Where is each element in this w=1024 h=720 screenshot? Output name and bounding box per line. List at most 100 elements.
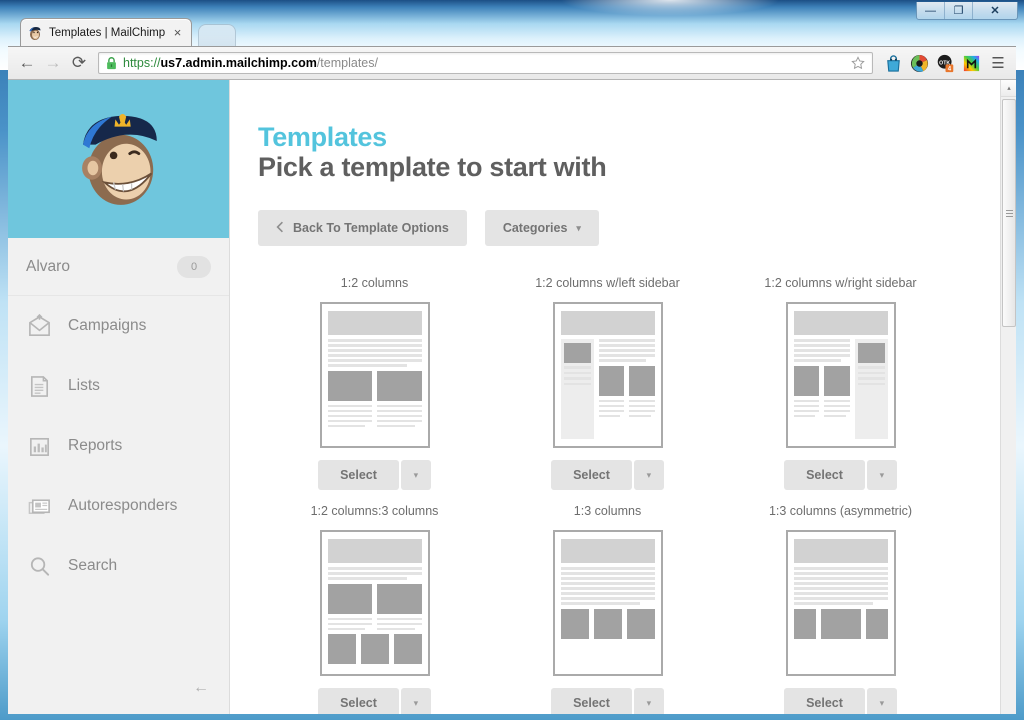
page-viewport: Alvaro 0 Campaigns Lists Reports Autores… (8, 80, 1016, 714)
browser-tab[interactable]: Templates | MailChimp × (20, 18, 192, 46)
template-grid: 1:2 columns Select ▾ 1:2 columns w/left … (258, 276, 1016, 714)
select-button[interactable]: Select (784, 688, 865, 714)
select-dropdown-caret[interactable]: ▾ (866, 460, 897, 491)
thumb-header-block (560, 539, 655, 564)
browser-toolbar: ← → ⟳ https://us7.admin.mailchimp.com/te… (8, 46, 1016, 80)
magnifier-icon (26, 553, 52, 579)
select-button[interactable]: Select (551, 460, 632, 491)
browser-tabstrip: Templates | MailChimp × (8, 18, 1016, 46)
template-thumbnail-right-sidebar[interactable] (785, 302, 896, 449)
mailchimp-freddie-icon (29, 26, 41, 40)
select-button[interactable]: Select (318, 460, 399, 491)
thumb-three-image-row (560, 608, 655, 639)
template-thumbnail-two-col[interactable] (319, 302, 430, 449)
address-bar[interactable]: https://us7.admin.mailchimp.com/template… (98, 52, 873, 74)
thumb-column-row (327, 617, 422, 631)
tab-close-icon[interactable]: × (170, 25, 185, 40)
sidebar-item-search[interactable]: Search (8, 536, 229, 596)
page-title: Pick a template to start with (258, 152, 607, 183)
app-sidebar: Alvaro 0 Campaigns Lists Reports Autores… (8, 80, 230, 714)
template-thumbnail-left-sidebar[interactable] (552, 302, 663, 449)
scrollbar-up-arrow[interactable]: ▴ (1001, 80, 1016, 97)
template-label: 1:2 columns:3 columns (310, 504, 439, 519)
sidebar-item-campaigns[interactable]: Campaigns (8, 296, 229, 356)
envelope-icon (26, 313, 52, 339)
template-thumbnail-two-then-three[interactable] (319, 530, 430, 677)
padlock-secure-icon (107, 57, 116, 70)
url-scheme: https:// (123, 56, 161, 70)
main-content: Templates Pick a template to start with … (230, 80, 1016, 714)
select-dropdown-caret[interactable]: ▾ (866, 688, 897, 714)
select-control-group: Select ▾ (551, 688, 664, 714)
page-scrollbar[interactable]: ▴ (1000, 80, 1016, 714)
template-card[interactable]: 1:3 columns Select ▾ (491, 504, 724, 714)
thumb-image-row (327, 583, 422, 614)
select-dropdown-caret[interactable]: ▾ (400, 688, 431, 714)
select-dropdown-caret[interactable]: ▾ (633, 688, 664, 714)
document-icon (26, 373, 52, 399)
back-button[interactable]: ← (14, 50, 40, 76)
sidebar-item-label: Lists (68, 377, 100, 394)
template-card[interactable]: 1:2 columns w/left sidebar Select ▾ (491, 276, 724, 491)
thumb-text-lines (327, 339, 422, 367)
thumb-text-lines (560, 567, 655, 605)
select-control-group: Select ▾ (318, 688, 431, 714)
color-wheel-extension-icon[interactable] (907, 51, 931, 75)
stacked-cards-icon (26, 493, 52, 519)
back-to-template-options-button[interactable]: Back To Template Options (258, 210, 467, 247)
scrollbar-grip (1005, 209, 1013, 217)
thumb-text-lines (793, 567, 888, 605)
browser-menu-button[interactable]: ☰ (986, 54, 1010, 72)
mailchimp-freddie-logo[interactable] (8, 80, 229, 238)
categories-button[interactable]: Categories ▾ (484, 210, 599, 247)
template-card[interactable]: 1:2 columns Select ▾ (258, 276, 491, 491)
template-card[interactable]: 1:2 columns w/right sidebar Select ▾ (724, 276, 957, 491)
template-label: 1:2 columns (340, 276, 409, 291)
sidebar-item-lists[interactable]: Lists (8, 356, 229, 416)
chevron-left-icon (276, 221, 284, 236)
page-kicker: Templates (258, 122, 387, 152)
select-dropdown-caret[interactable]: ▾ (633, 460, 664, 491)
select-control-group: Select ▾ (784, 460, 897, 491)
thumb-column-row (327, 404, 422, 428)
template-thumbnail-three-col-asym[interactable] (785, 530, 896, 677)
template-label: 1:3 columns (asymmetric) (768, 504, 913, 519)
template-label: 1:2 columns w/right sidebar (764, 276, 917, 291)
select-button[interactable]: Select (318, 688, 399, 714)
sidebar-item-reports[interactable]: Reports (8, 416, 229, 476)
sidebar-item-label: Reports (68, 437, 123, 454)
url-host: us7.admin.mailchimp.com (160, 56, 317, 70)
select-button[interactable]: Select (784, 460, 865, 491)
url-path: /templates/ (316, 56, 378, 70)
template-thumbnail-three-col[interactable] (552, 530, 663, 677)
sidebar-item-label: Campaigns (68, 317, 147, 334)
new-tab-button[interactable] (198, 24, 236, 46)
template-card[interactable]: 1:2 columns:3 columns Select ▾ (258, 504, 491, 714)
browser-window: Templates | MailChimp × ← → ⟳ https://us… (8, 8, 1016, 714)
forward-button[interactable]: → (40, 50, 66, 76)
url-text: https://us7.admin.mailchimp.com/template… (123, 56, 848, 70)
thumb-right-sidebar (854, 339, 888, 440)
account-badge: 0 (177, 255, 211, 278)
otk-badge-extension-icon[interactable]: OTK 4 (933, 51, 957, 75)
sidebar-item-label: Autoresponders (68, 497, 178, 514)
thumb-text-lines (327, 567, 422, 580)
select-dropdown-caret[interactable]: ▾ (400, 460, 431, 491)
thumb-body-row (793, 339, 888, 440)
sidebar-item-autoresponders[interactable]: Autoresponders (8, 476, 229, 536)
reload-button[interactable]: ⟳ (66, 50, 92, 76)
sidebar-collapse-arrow[interactable]: ← (189, 676, 213, 700)
rainbow-square-extension-icon[interactable] (959, 51, 983, 75)
template-card[interactable]: 1:3 columns (asymmetric) Select ▾ (724, 504, 957, 714)
bookmark-star-icon[interactable] (848, 56, 868, 70)
sidebar-account-row[interactable]: Alvaro 0 (8, 238, 229, 296)
bar-chart-icon (26, 433, 52, 459)
bag-extension-icon[interactable] (881, 51, 905, 75)
back-button-label: Back To Template Options (293, 221, 449, 236)
thumb-header-block (560, 311, 655, 336)
sidebar-item-label: Search (68, 557, 118, 574)
scrollbar-thumb[interactable] (1002, 99, 1016, 327)
thumb-three-image-row (327, 634, 422, 665)
select-control-group: Select ▾ (784, 688, 897, 714)
select-button[interactable]: Select (551, 688, 632, 714)
